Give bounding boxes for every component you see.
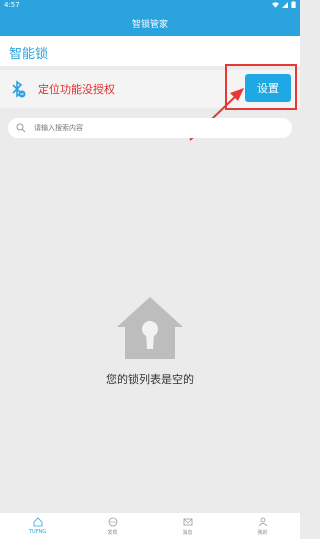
app-bar: 智锁管家 bbox=[0, 10, 300, 36]
nav-item-me[interactable]: 我的 bbox=[225, 513, 300, 539]
signal-icon bbox=[282, 1, 288, 8]
mail-icon bbox=[183, 518, 192, 525]
app-title: 智锁管家 bbox=[131, 19, 168, 30]
nav-label-me: 我的 bbox=[257, 529, 268, 536]
search-icon bbox=[16, 123, 26, 133]
nav-label-discover: 发现 bbox=[107, 529, 118, 536]
battery-icon bbox=[291, 1, 296, 8]
notice-message: 定位功能没授权 bbox=[38, 83, 115, 96]
bluetooth-icon bbox=[12, 80, 26, 98]
status-icons bbox=[272, 1, 296, 8]
status-bar: 4:57 bbox=[0, 0, 300, 10]
nav-item-home[interactable]: TUFNG bbox=[0, 513, 75, 539]
page-title: 智能锁 bbox=[9, 47, 49, 62]
page-header: 智能锁 bbox=[0, 36, 300, 66]
status-time: 4:57 bbox=[4, 1, 20, 9]
nav-item-messages[interactable]: 消息 bbox=[150, 513, 225, 539]
wifi-icon bbox=[272, 1, 279, 8]
home-icon bbox=[33, 517, 42, 527]
nav-label-messages: 消息 bbox=[182, 529, 193, 536]
user-icon bbox=[258, 517, 267, 526]
search-input[interactable] bbox=[34, 124, 274, 132]
bottom-nav: TUFNG 发现 消息 我的 bbox=[0, 513, 300, 539]
house-keyhole-icon bbox=[117, 297, 183, 359]
empty-state-text: 您的锁列表是空的 bbox=[106, 373, 194, 386]
nav-label-home: TUFNG bbox=[28, 529, 47, 535]
empty-lock-list: 您的锁列表是空的 bbox=[0, 295, 300, 387]
discover-icon bbox=[108, 517, 117, 526]
settings-button[interactable]: 设置 bbox=[245, 74, 291, 102]
nav-item-discover[interactable]: 发现 bbox=[75, 513, 150, 539]
search-bar[interactable] bbox=[8, 118, 292, 138]
